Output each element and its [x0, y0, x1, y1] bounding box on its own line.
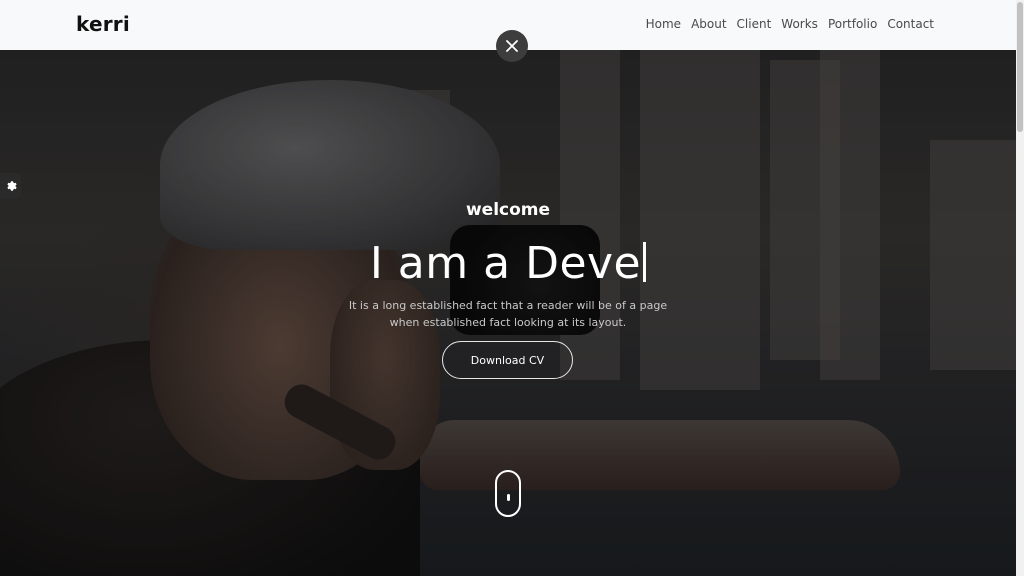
close-button[interactable]	[496, 30, 528, 62]
hero-content: welcome I am a Deve It is a long establi…	[0, 50, 1016, 576]
mouse-scroll-icon[interactable]	[495, 470, 521, 517]
brand-logo[interactable]: kerri	[76, 12, 130, 36]
hero-description: It is a long established fact that a rea…	[348, 299, 668, 329]
settings-toggle-button[interactable]	[0, 173, 21, 199]
hero-section: welcome I am a Deve It is a long establi…	[0, 50, 1016, 576]
typed-text: I am a Deve	[369, 238, 642, 289]
hero-welcome: welcome	[465, 200, 551, 220]
hero-headline: I am a Deve	[0, 238, 1016, 289]
nav-link-contact[interactable]: Contact	[887, 17, 934, 31]
page-scrollbar[interactable]	[1016, 0, 1024, 576]
typing-cursor	[643, 242, 647, 282]
nav-link-about[interactable]: About	[691, 17, 726, 31]
nav-link-client[interactable]: Client	[737, 17, 772, 31]
scrollbar-thumb[interactable]	[1017, 2, 1023, 132]
gear-icon	[6, 181, 17, 191]
nav-links: Home About Client Works Portfolio Contac…	[646, 17, 934, 31]
nav-link-works[interactable]: Works	[781, 17, 818, 31]
nav-link-home[interactable]: Home	[646, 17, 681, 31]
nav-link-portfolio[interactable]: Portfolio	[828, 17, 877, 31]
close-icon	[506, 40, 518, 52]
download-cv-button[interactable]: Download CV	[442, 341, 573, 379]
mouse-wheel	[507, 494, 510, 501]
